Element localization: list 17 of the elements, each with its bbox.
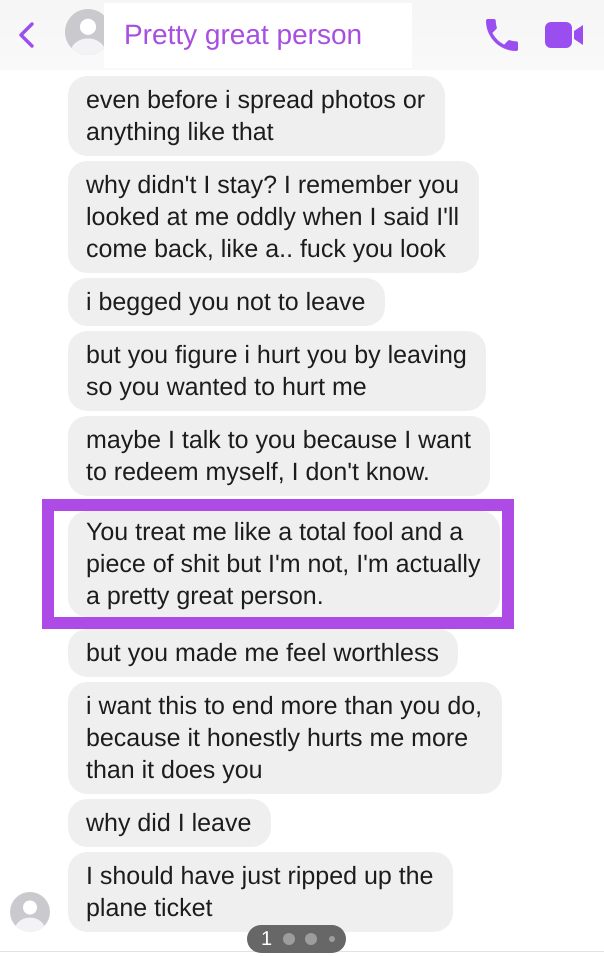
message-bubble: but you made me feel worthless	[68, 629, 458, 677]
message-bubble: i want this to end more than you do, because it honestly hurts me more than it does you	[68, 682, 502, 794]
message-bubble: maybe I talk to you because I want to redeem myself, I don't know.	[68, 416, 490, 496]
page-dot-icon	[283, 933, 296, 945]
phone-icon[interactable]	[486, 19, 518, 51]
message-bubble: even before i spread photos or anything like that	[68, 76, 445, 156]
message-bubble: but you figure i hurt you by leaving so you wanted to hurt me	[68, 331, 486, 411]
contact-name: Pretty great person	[104, 2, 412, 68]
back-chevron-icon[interactable]	[18, 21, 35, 49]
message-bubble: You treat me like a total fool and a piece of shit but I'm not, I'm actually a pretty great person.	[68, 511, 500, 617]
message-bubble: i begged you not to leave	[68, 278, 385, 326]
page-dot-icon	[305, 933, 318, 945]
page-dot-icon	[329, 936, 336, 942]
message-bubble: why didn't I stay? I remember you looked at me oddly when I said I'll come back, like a.. fuck you look	[68, 161, 479, 273]
message-bubble: why did I leave	[68, 799, 271, 847]
message-bubble: I should have just ripped up the plane ticket	[68, 852, 453, 932]
video-camera-icon[interactable]	[545, 22, 583, 48]
